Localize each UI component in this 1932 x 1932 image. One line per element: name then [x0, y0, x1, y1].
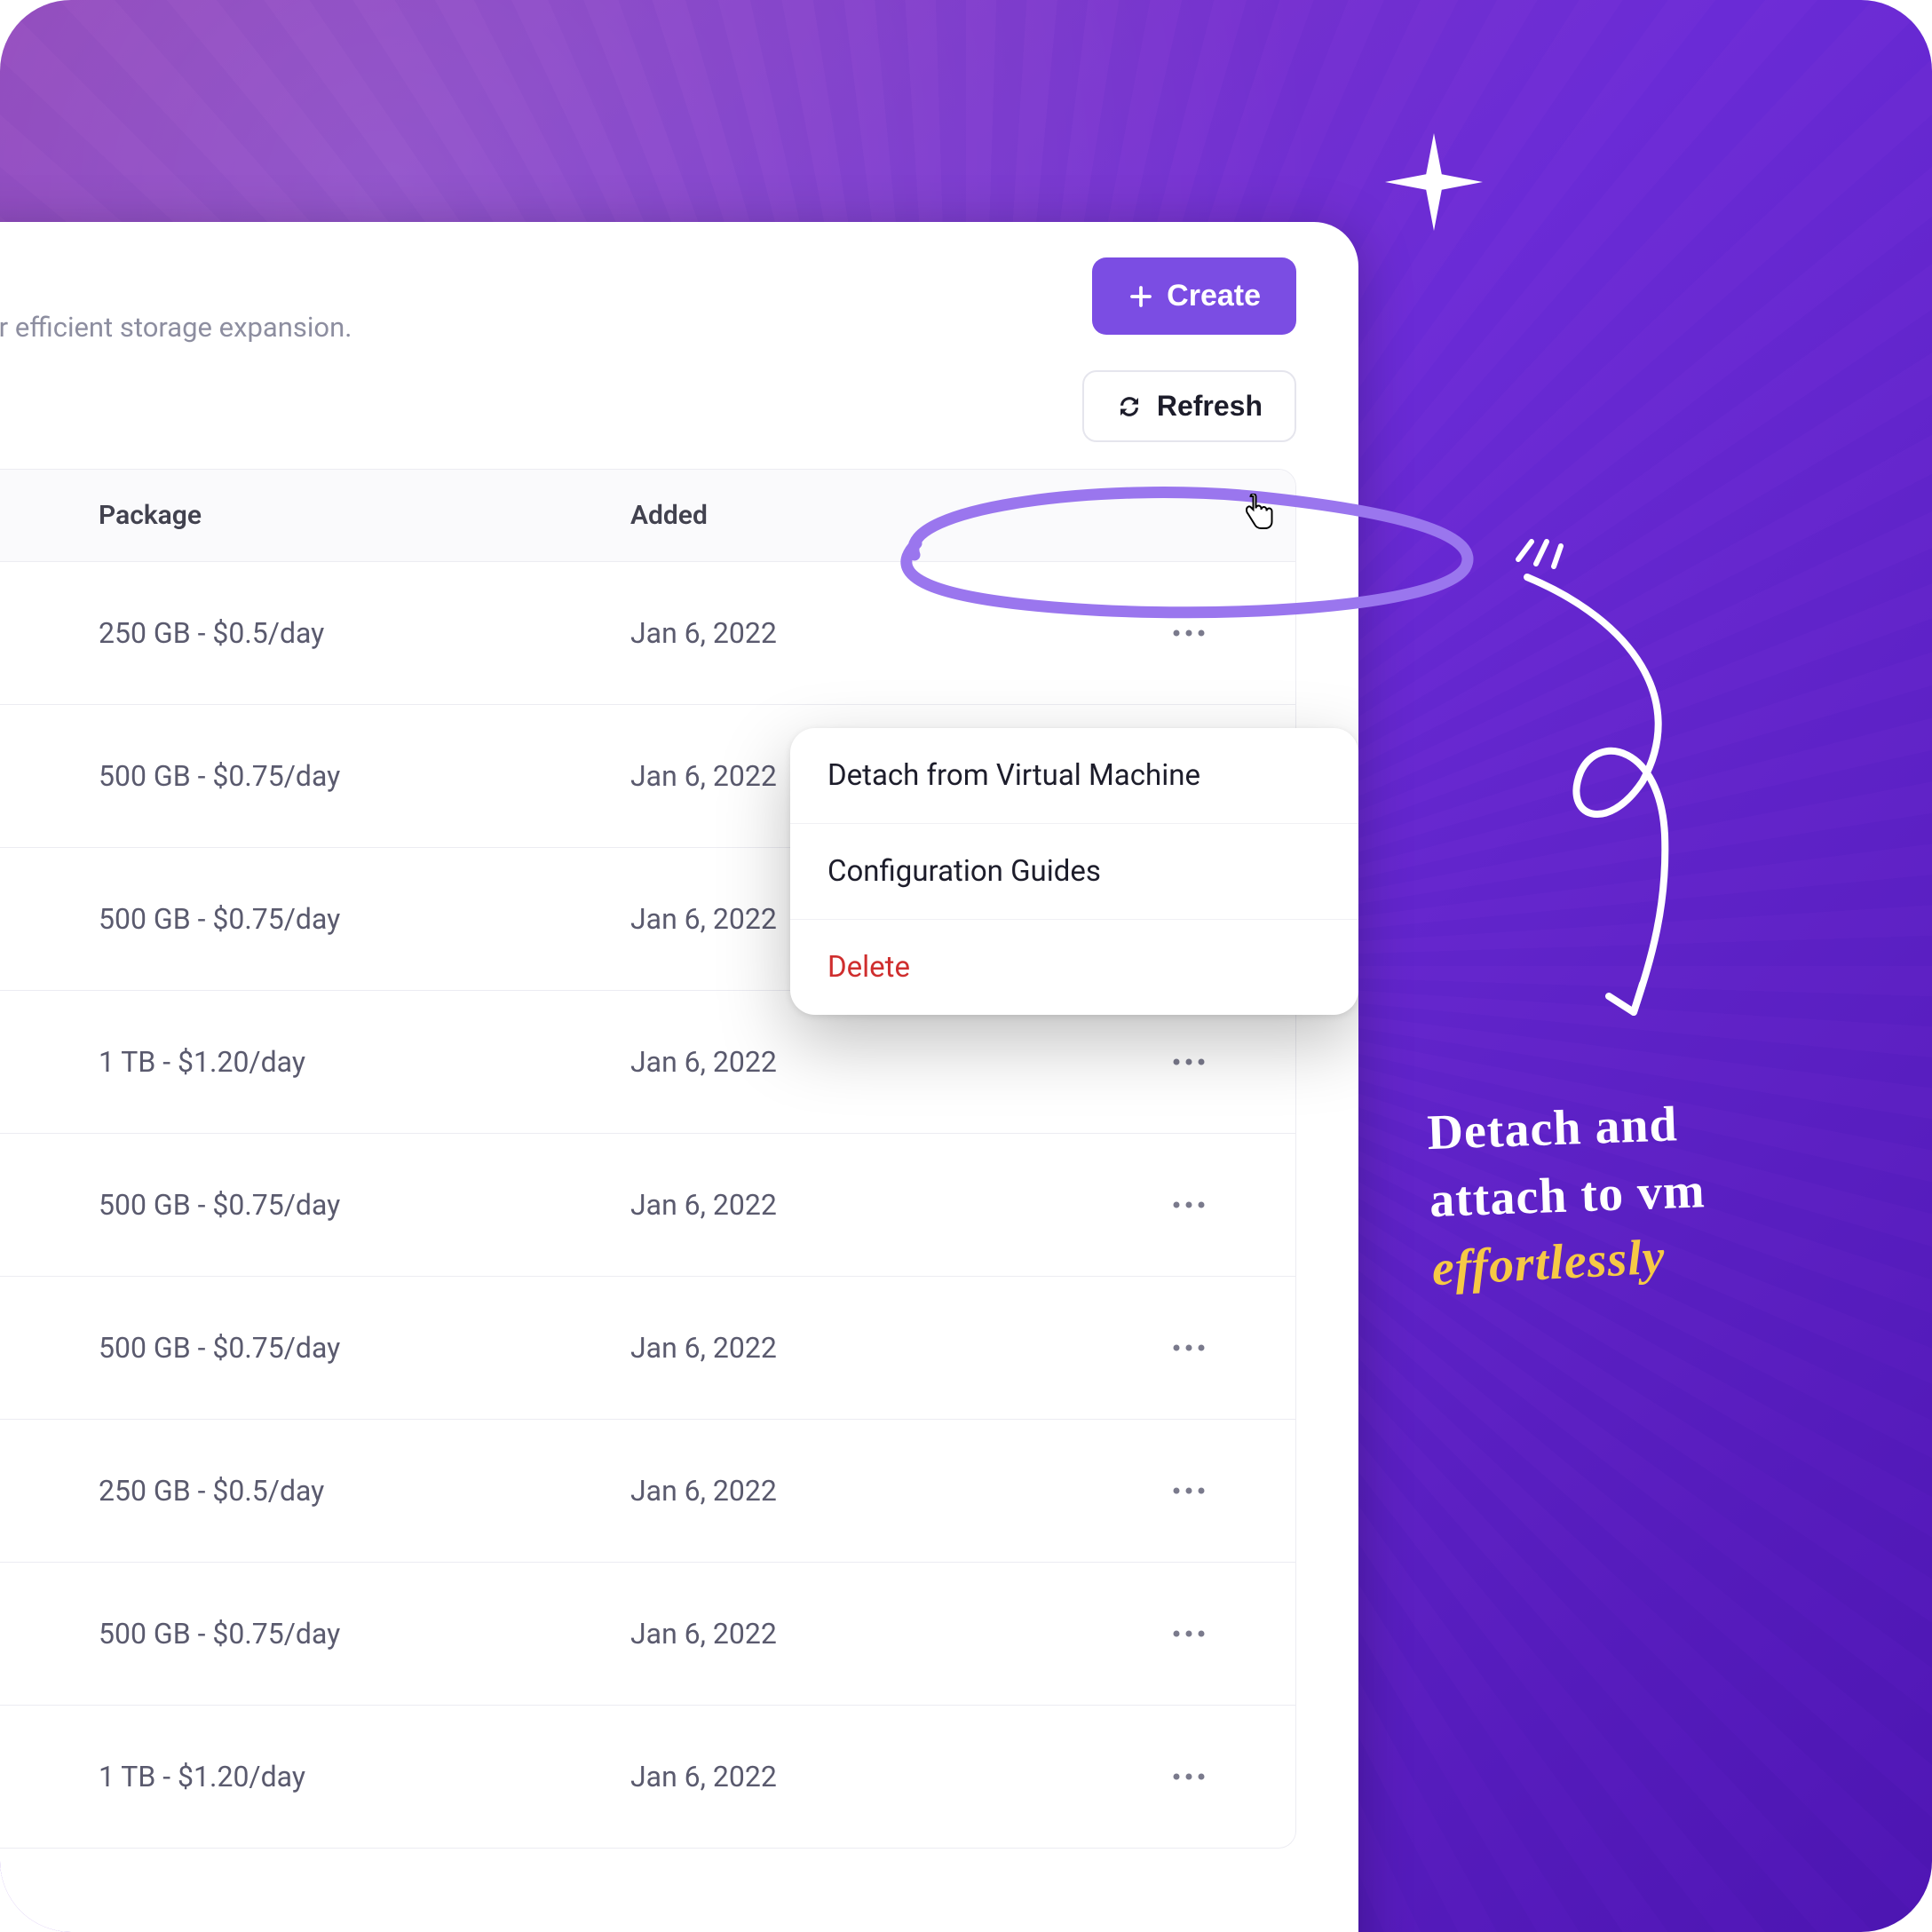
cell-added: Jan 6, 2022	[630, 1474, 1162, 1508]
more-horizontal-icon	[1171, 1485, 1207, 1496]
cell-added: Jan 6, 2022	[630, 1045, 1162, 1079]
table-header: Package Added	[0, 470, 1295, 562]
row-actions-button[interactable]	[1162, 1178, 1215, 1231]
cell-added: Jan 6, 2022	[630, 1760, 1162, 1793]
more-horizontal-icon	[1171, 628, 1207, 638]
cell-package: 250 GB - $0.5/day	[99, 616, 630, 650]
more-horizontal-icon	[1171, 1342, 1207, 1353]
storage-table: Package Added 250 GB - $0.5/dayJan 6, 20…	[0, 469, 1296, 1849]
table-row: 250 GB - $0.5/dayJan 6, 2022	[0, 562, 1295, 705]
annotation-line2: attach to vm	[1429, 1163, 1706, 1228]
row-actions-button[interactable]	[1162, 1035, 1215, 1089]
col-added: Added	[630, 500, 1162, 531]
cell-package: 500 GB - $0.75/day	[99, 759, 630, 793]
menu-item-guides[interactable]: Configuration Guides	[790, 823, 1358, 919]
annotation-line3: effortlessly	[1430, 1224, 1667, 1303]
cell-package: 1 TB - $1.20/day	[99, 1760, 630, 1793]
annotation-arrow	[1509, 568, 1705, 1030]
table-row: 250 GB - $0.5/dayJan 6, 2022	[0, 1420, 1295, 1563]
row-actions-button[interactable]	[1162, 1750, 1215, 1803]
create-button-label: Create	[1167, 279, 1261, 313]
cell-package: 500 GB - $0.75/day	[99, 1617, 630, 1651]
more-horizontal-icon	[1171, 1200, 1207, 1210]
plus-icon	[1128, 283, 1154, 310]
menu-item-detach[interactable]: Detach from Virtual Machine	[790, 728, 1358, 823]
table-row: 500 GB - $0.75/dayJan 6, 2022	[0, 1134, 1295, 1277]
annotation-line1: Detach and	[1426, 1097, 1678, 1160]
panel-subtitle: tion for efficient storage expansion.	[0, 311, 352, 344]
table-row: 500 GB - $0.75/dayJan 6, 2022	[0, 1277, 1295, 1420]
row-actions-button[interactable]	[1162, 1607, 1215, 1660]
sparkle-icon	[1385, 133, 1483, 231]
annotation-text: Detach and attach to vm effortlessly	[1426, 1084, 1895, 1302]
cell-added: Jan 6, 2022	[630, 616, 1162, 650]
promo-stage: tion for efficient storage expansion. Cr…	[0, 0, 1932, 1932]
refresh-button[interactable]: Refresh	[1082, 370, 1296, 442]
row-actions-button[interactable]	[1162, 606, 1215, 660]
menu-item-delete[interactable]: Delete	[790, 919, 1358, 1015]
table-row: 1 TB - $1.20/dayJan 6, 2022	[0, 1706, 1295, 1848]
cell-package: 250 GB - $0.5/day	[99, 1474, 630, 1508]
col-package: Package	[99, 500, 630, 531]
create-button[interactable]: Create	[1092, 257, 1296, 335]
refresh-icon	[1116, 393, 1143, 420]
more-horizontal-icon	[1171, 1628, 1207, 1639]
more-horizontal-icon	[1171, 1057, 1207, 1067]
cell-package: 1 TB - $1.20/day	[99, 1045, 630, 1079]
pointer-cursor-icon	[1241, 494, 1273, 534]
more-horizontal-icon	[1171, 1771, 1207, 1782]
cell-added: Jan 6, 2022	[630, 1617, 1162, 1651]
row-actions-button[interactable]	[1162, 1321, 1215, 1374]
row-actions-button[interactable]	[1162, 1464, 1215, 1517]
table-row: 500 GB - $0.75/dayJan 6, 2022	[0, 1563, 1295, 1706]
row-actions-menu: Detach from Virtual Machine Configuratio…	[790, 728, 1358, 1015]
cell-package: 500 GB - $0.75/day	[99, 1331, 630, 1365]
cell-package: 500 GB - $0.75/day	[99, 1188, 630, 1222]
cell-added: Jan 6, 2022	[630, 1188, 1162, 1222]
cell-added: Jan 6, 2022	[630, 1331, 1162, 1365]
refresh-button-label: Refresh	[1157, 390, 1263, 423]
cell-package: 500 GB - $0.75/day	[99, 902, 630, 936]
storage-panel: tion for efficient storage expansion. Cr…	[0, 222, 1358, 1932]
